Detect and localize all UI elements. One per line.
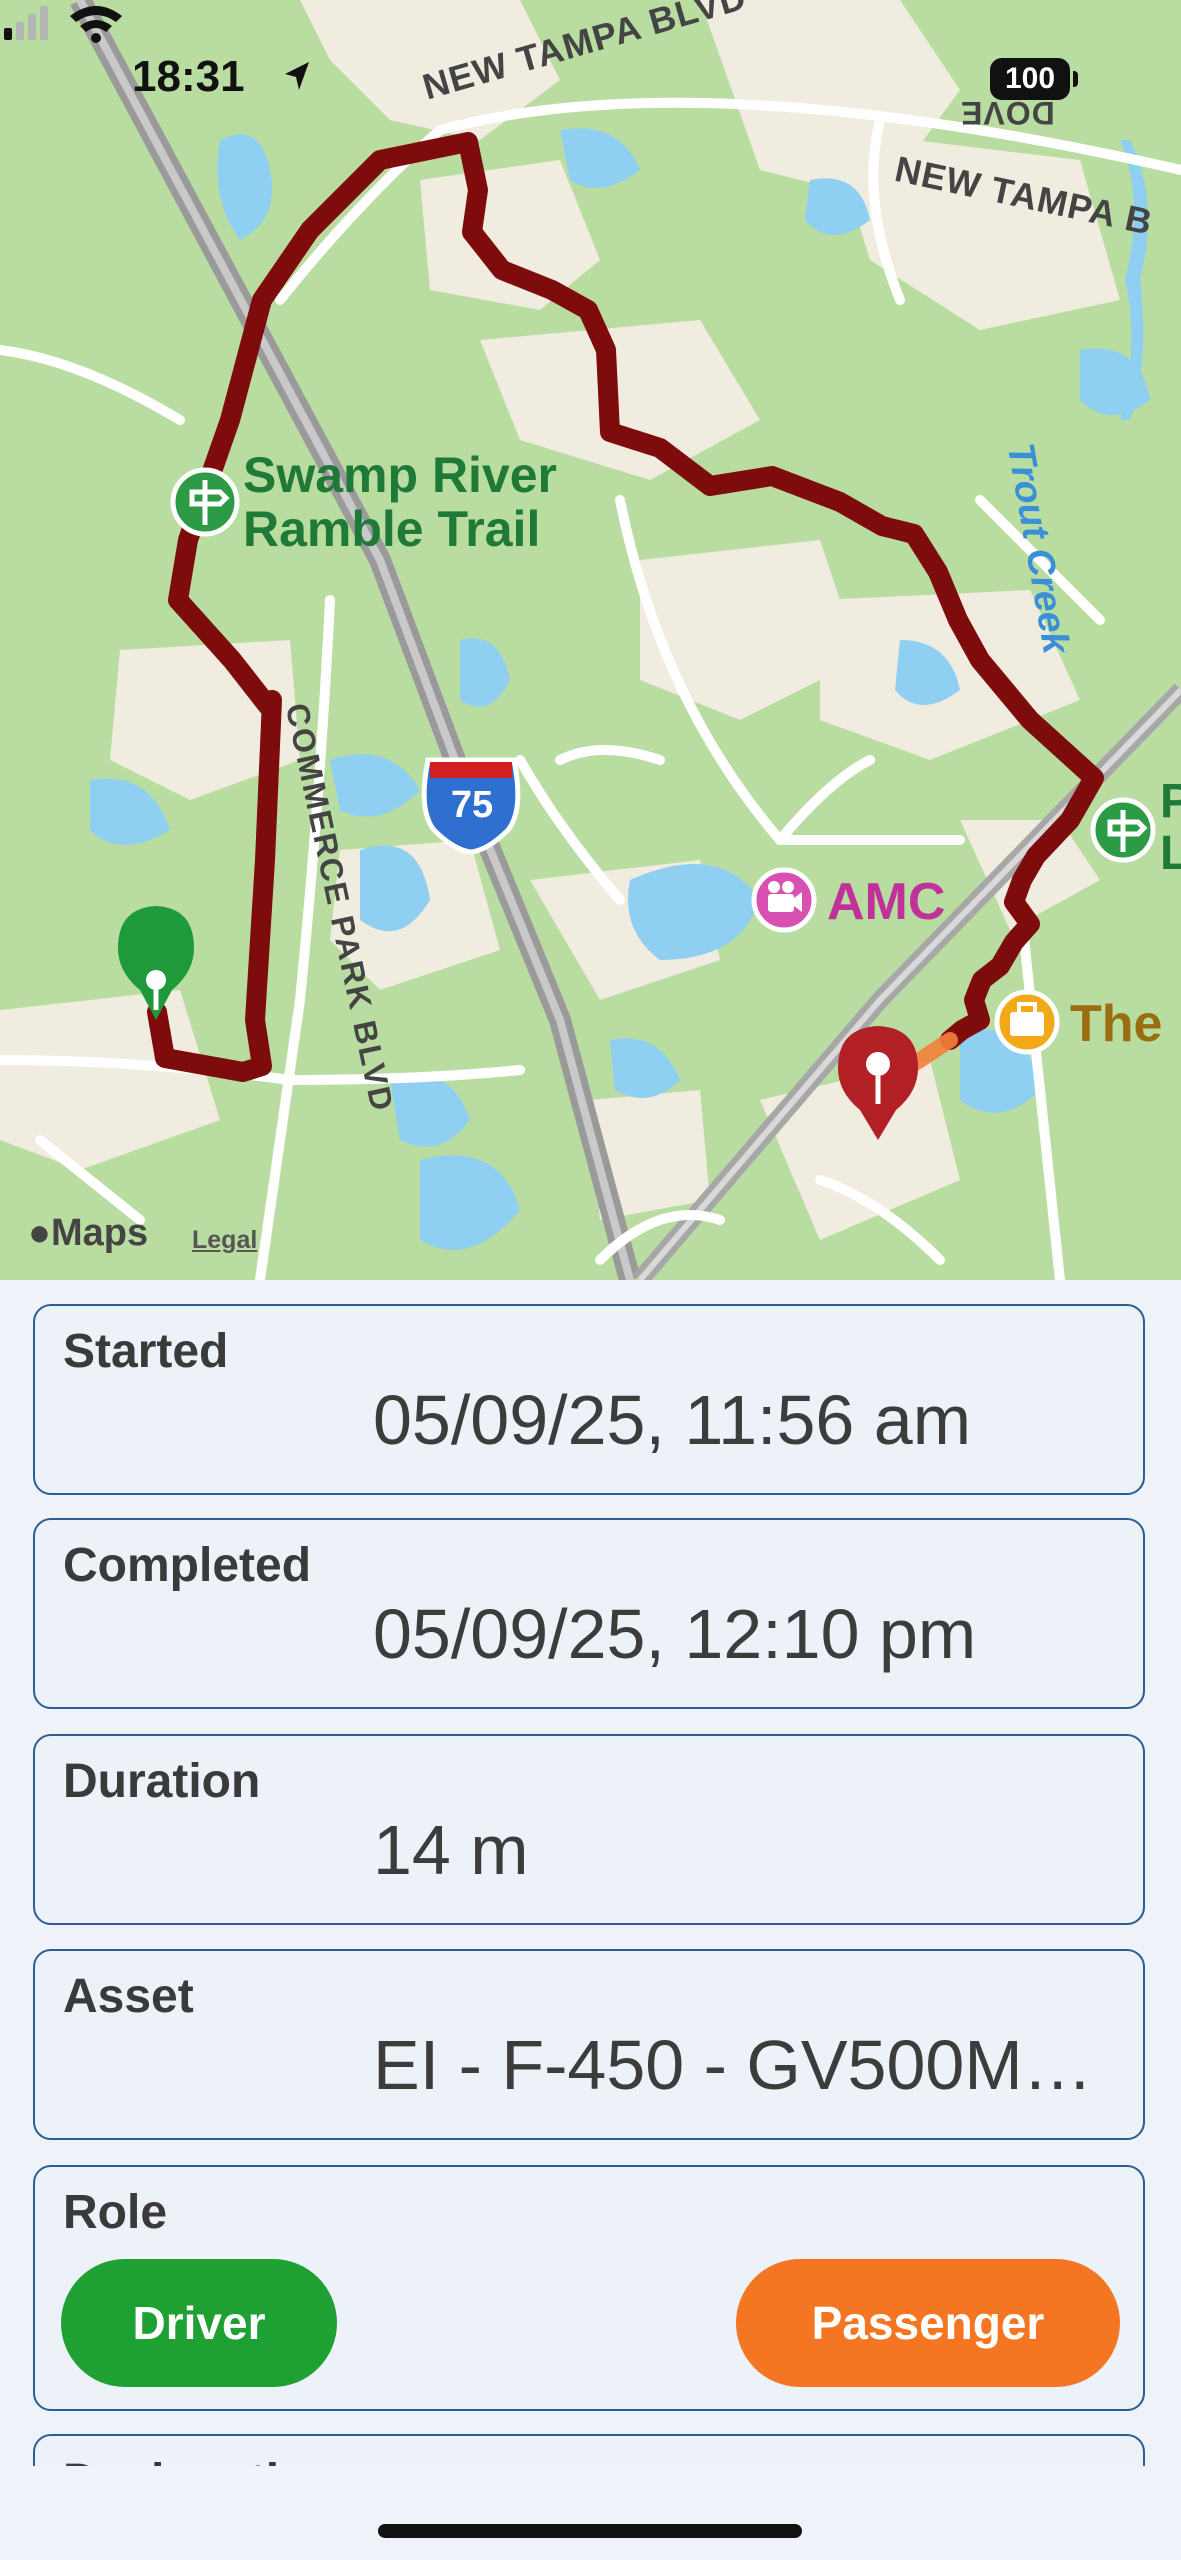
- duration-card: Duration 14 m: [33, 1734, 1145, 1925]
- started-card: Started 05/09/25, 11:56 am: [33, 1304, 1145, 1495]
- duration-value: 14 m: [373, 1811, 529, 1889]
- designation-card[interactable]: Designation: [33, 2434, 1145, 2466]
- status-time: 18:31: [132, 52, 245, 101]
- legal-link[interactable]: Legal: [192, 1226, 257, 1255]
- driver-button[interactable]: Driver: [61, 2259, 337, 2387]
- poi-label-right-edge: P L: [1160, 776, 1181, 880]
- asset-value: EI - F-450 - GV500M…: [373, 2026, 1093, 2104]
- location-arrow-icon: [285, 62, 309, 90]
- started-value: 05/09/25, 11:56 am: [373, 1381, 972, 1459]
- signal-wifi-icon: [4, 6, 122, 43]
- apple-logo-icon: ●: [28, 1212, 51, 1254]
- completed-value: 05/09/25, 12:10 pm: [373, 1595, 977, 1673]
- maps-logo-text: Maps: [50, 1212, 149, 1254]
- designation-label: Designation: [63, 2454, 338, 2466]
- poi-label-right-p: P: [1160, 775, 1181, 828]
- road-label-dove: DOVE: [960, 95, 1055, 131]
- park-poi-icon: [1090, 797, 1156, 863]
- interstate-number: 75: [450, 784, 494, 826]
- role-card: Role Driver Passenger: [33, 2165, 1145, 2411]
- asset-card[interactable]: Asset EI - F-450 - GV500M…: [33, 1949, 1145, 2140]
- trail-poi-icon: [170, 467, 240, 537]
- home-indicator[interactable]: [378, 2524, 802, 2538]
- poi-label-amc: AMC: [827, 873, 946, 931]
- next-card-clip: Designation: [33, 2434, 1145, 2466]
- poi-label-line-2: Ramble Trail: [243, 501, 541, 557]
- poi-label-swamp-trail: Swamp River Ramble Trail: [243, 448, 557, 556]
- completed-label: Completed: [63, 1539, 312, 1592]
- duration-label: Duration: [63, 1755, 261, 1808]
- maps-logo: ●Maps: [28, 1212, 148, 1255]
- poi-label-right-l: L: [1160, 827, 1181, 880]
- cinema-poi-icon: [751, 867, 817, 933]
- started-label: Started: [63, 1325, 229, 1378]
- role-label: Role: [63, 2186, 168, 2239]
- poi-label-the: The: [1070, 995, 1163, 1053]
- poi-label-line-1: Swamp River: [243, 447, 558, 503]
- route-map[interactable]: 18:31 100 NEW TAMPA BLVD NEW TAMPA B DOV…: [0, 0, 1181, 1280]
- passenger-button[interactable]: Passenger: [736, 2259, 1120, 2387]
- shopping-poi-icon: [994, 989, 1060, 1055]
- completed-card: Completed 05/09/25, 12:10 pm: [33, 1518, 1145, 1709]
- asset-label: Asset: [63, 1970, 194, 2023]
